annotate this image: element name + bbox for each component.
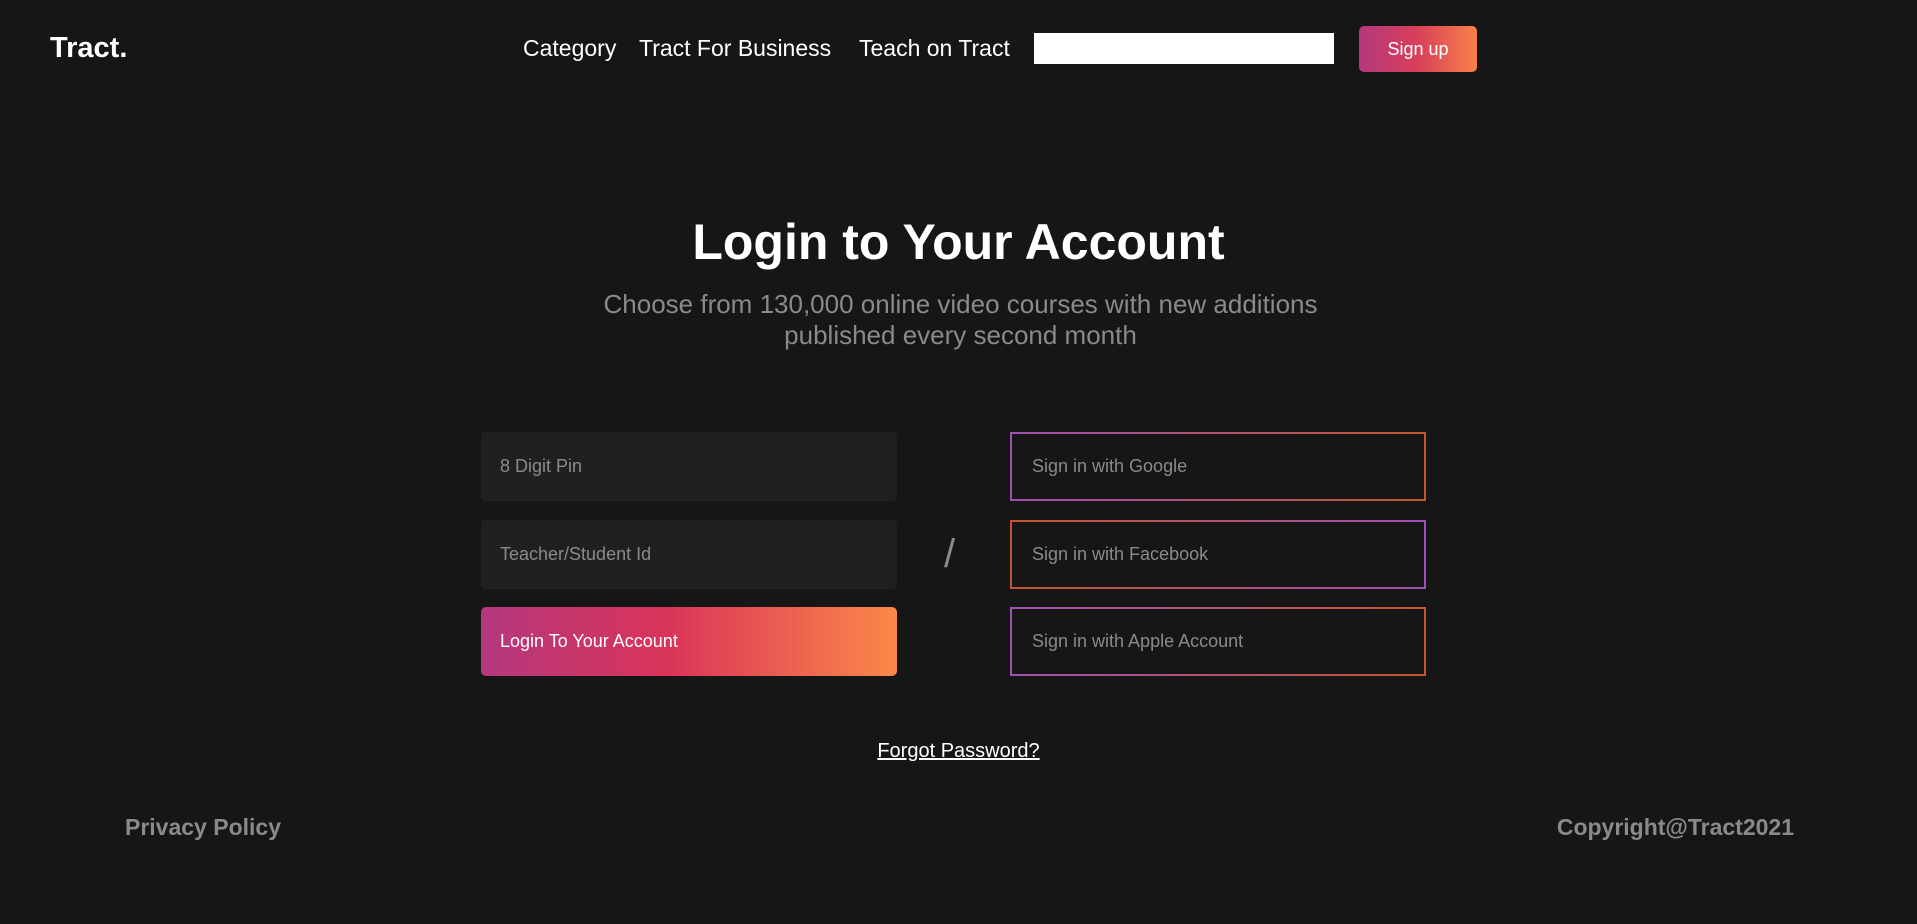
login-button[interactable]: Login To Your Account (481, 607, 897, 676)
nav-category[interactable]: Category (523, 34, 616, 62)
nav-tract-for-business[interactable]: Tract For Business (639, 34, 831, 62)
page-title: Login to Your Account (692, 214, 1225, 270)
copyright-text: Copyright@Tract2021 (1556, 814, 1794, 840)
pin-input[interactable] (481, 432, 897, 501)
search-input[interactable] (1034, 33, 1334, 64)
nav-teach-on-tract[interactable]: Teach on Tract (859, 34, 1010, 62)
facebook-signin-button[interactable]: Sign in with Facebook (1010, 520, 1426, 589)
apple-signin-button[interactable]: Sign in with Apple Account (1010, 607, 1426, 676)
brand-logo[interactable]: Tract. (50, 31, 127, 65)
page-subtitle: Choose from 130,000 online video courses… (603, 289, 1318, 350)
google-signin-button[interactable]: Sign in with Google (1010, 432, 1426, 501)
or-divider: / (944, 532, 956, 576)
signup-button[interactable]: Sign up (1359, 26, 1477, 72)
forgot-password-link[interactable]: Forgot Password? (877, 740, 1039, 762)
user-id-input[interactable] (481, 520, 897, 589)
forgot-password-row: Forgot Password? (0, 739, 1917, 763)
privacy-policy-link[interactable]: Privacy Policy (125, 813, 281, 841)
